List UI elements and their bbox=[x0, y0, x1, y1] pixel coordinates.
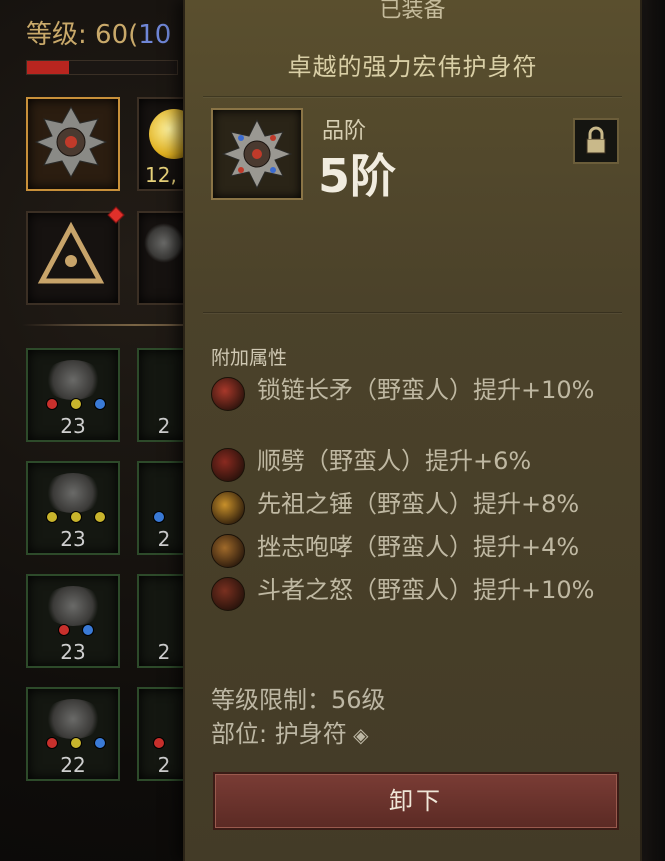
blue-gem-socket-icon bbox=[94, 737, 106, 749]
item-name: 卓越的强力宏伟护身符 bbox=[287, 53, 538, 81]
mount-icon bbox=[144, 223, 184, 263]
item-level: 23 bbox=[60, 414, 86, 438]
ring-icon bbox=[43, 586, 103, 626]
wrath-skill-icon bbox=[211, 577, 245, 611]
item-level: 23 bbox=[60, 640, 86, 664]
unequip-button[interactable]: 卸下 bbox=[213, 772, 619, 830]
chain-spear-skill-icon bbox=[211, 377, 245, 411]
amulet-icon bbox=[221, 118, 293, 190]
item-level: 23 bbox=[60, 527, 86, 551]
equipped-header: 已装备 bbox=[379, 0, 446, 23]
level-requirement: 等级限制：56级 bbox=[211, 686, 386, 714]
gear-item-icon bbox=[43, 360, 103, 400]
rune-triangle-icon bbox=[37, 221, 105, 284]
yellow-gem-socket-icon bbox=[70, 398, 82, 410]
affix-section-title: 附加属性 bbox=[211, 347, 288, 369]
gear-slot[interactable]: 23 bbox=[26, 461, 120, 555]
affix-row: 先祖之锤（野蛮人）提升+8% bbox=[211, 489, 637, 525]
ancient-hammer-skill-icon bbox=[211, 491, 245, 525]
xp-bar bbox=[26, 60, 178, 75]
red-gem-socket-icon bbox=[46, 737, 58, 749]
ring-icon bbox=[43, 699, 103, 739]
affix-text: 锁链长矛（野蛮人）提升+10% bbox=[257, 376, 595, 404]
paragon-level: 10 bbox=[138, 20, 172, 50]
gear-slot[interactable]: 23 bbox=[26, 348, 120, 442]
gear-slot[interactable]: 22 bbox=[26, 687, 120, 781]
blue-gem-socket-icon bbox=[94, 398, 106, 410]
slot-type: 部位: 护身符 ◈ bbox=[211, 714, 368, 749]
slot-type-text: 部位: 护身符 bbox=[211, 720, 347, 748]
equipped-amulet-slot[interactable] bbox=[26, 97, 120, 191]
lock-icon bbox=[586, 126, 606, 154]
amulet-slot-icon: ◈ bbox=[346, 723, 369, 747]
red-gem-socket-icon bbox=[46, 398, 58, 410]
xp-bar-fill bbox=[27, 61, 69, 74]
quality-value: 5阶 bbox=[318, 149, 397, 203]
item-level: 2 bbox=[157, 753, 171, 777]
lock-button[interactable] bbox=[573, 118, 619, 164]
separator bbox=[203, 312, 622, 313]
red-gem-socket-icon bbox=[153, 737, 165, 749]
affix-text: 斗者之怒（野蛮人）提升+10% bbox=[257, 576, 595, 604]
yellow-gem-socket-icon bbox=[94, 511, 106, 523]
affix-row: 挫志咆哮（野蛮人）提升+4% bbox=[211, 532, 637, 568]
gear-item-icon bbox=[43, 473, 103, 513]
affix-text: 先祖之锤（野蛮人）提升+8% bbox=[257, 490, 580, 518]
level-label: 等级: 60( bbox=[26, 20, 139, 50]
yellow-gem-socket-icon bbox=[70, 737, 82, 749]
item-icon-frame bbox=[211, 108, 303, 200]
red-gem-socket-icon bbox=[58, 624, 70, 636]
affix-text: 挫志咆哮（野蛮人）提升+4% bbox=[257, 533, 580, 561]
item-level: 2 bbox=[157, 527, 171, 551]
yellow-gem-socket-icon bbox=[46, 511, 58, 523]
amulet-icon bbox=[34, 105, 108, 179]
cleave-skill-icon bbox=[211, 448, 245, 482]
character-level: 等级: 60(10 bbox=[26, 14, 171, 51]
yellow-gem-socket-icon bbox=[70, 511, 82, 523]
rune-slot[interactable] bbox=[26, 206, 125, 305]
threatening-shout-skill-icon bbox=[211, 534, 245, 568]
affix-text: 顺劈（野蛮人）提升+6% bbox=[257, 447, 532, 475]
blue-gem-socket-icon bbox=[82, 624, 94, 636]
item-level: 2 bbox=[157, 640, 171, 664]
background-edge bbox=[638, 0, 665, 861]
separator bbox=[203, 96, 622, 97]
gold-count: 12, bbox=[145, 163, 177, 187]
affix-row: 斗者之怒（野蛮人）提升+10% bbox=[211, 575, 637, 611]
item-level: 22 bbox=[60, 753, 86, 777]
item-tooltip: 已装备 卓越的强力宏伟护身符 品阶 5阶 附加属性 锁链长矛（野蛮人）提升+10… bbox=[183, 0, 642, 861]
inventory-divider bbox=[22, 324, 192, 326]
blue-gem-socket-icon bbox=[153, 511, 165, 523]
affix-row: 锁链长矛（野蛮人）提升+10% bbox=[211, 375, 637, 411]
item-level: 2 bbox=[157, 414, 171, 438]
affix-row: 顺劈（野蛮人）提升+6% bbox=[211, 446, 637, 482]
gear-slot[interactable]: 23 bbox=[26, 574, 120, 668]
